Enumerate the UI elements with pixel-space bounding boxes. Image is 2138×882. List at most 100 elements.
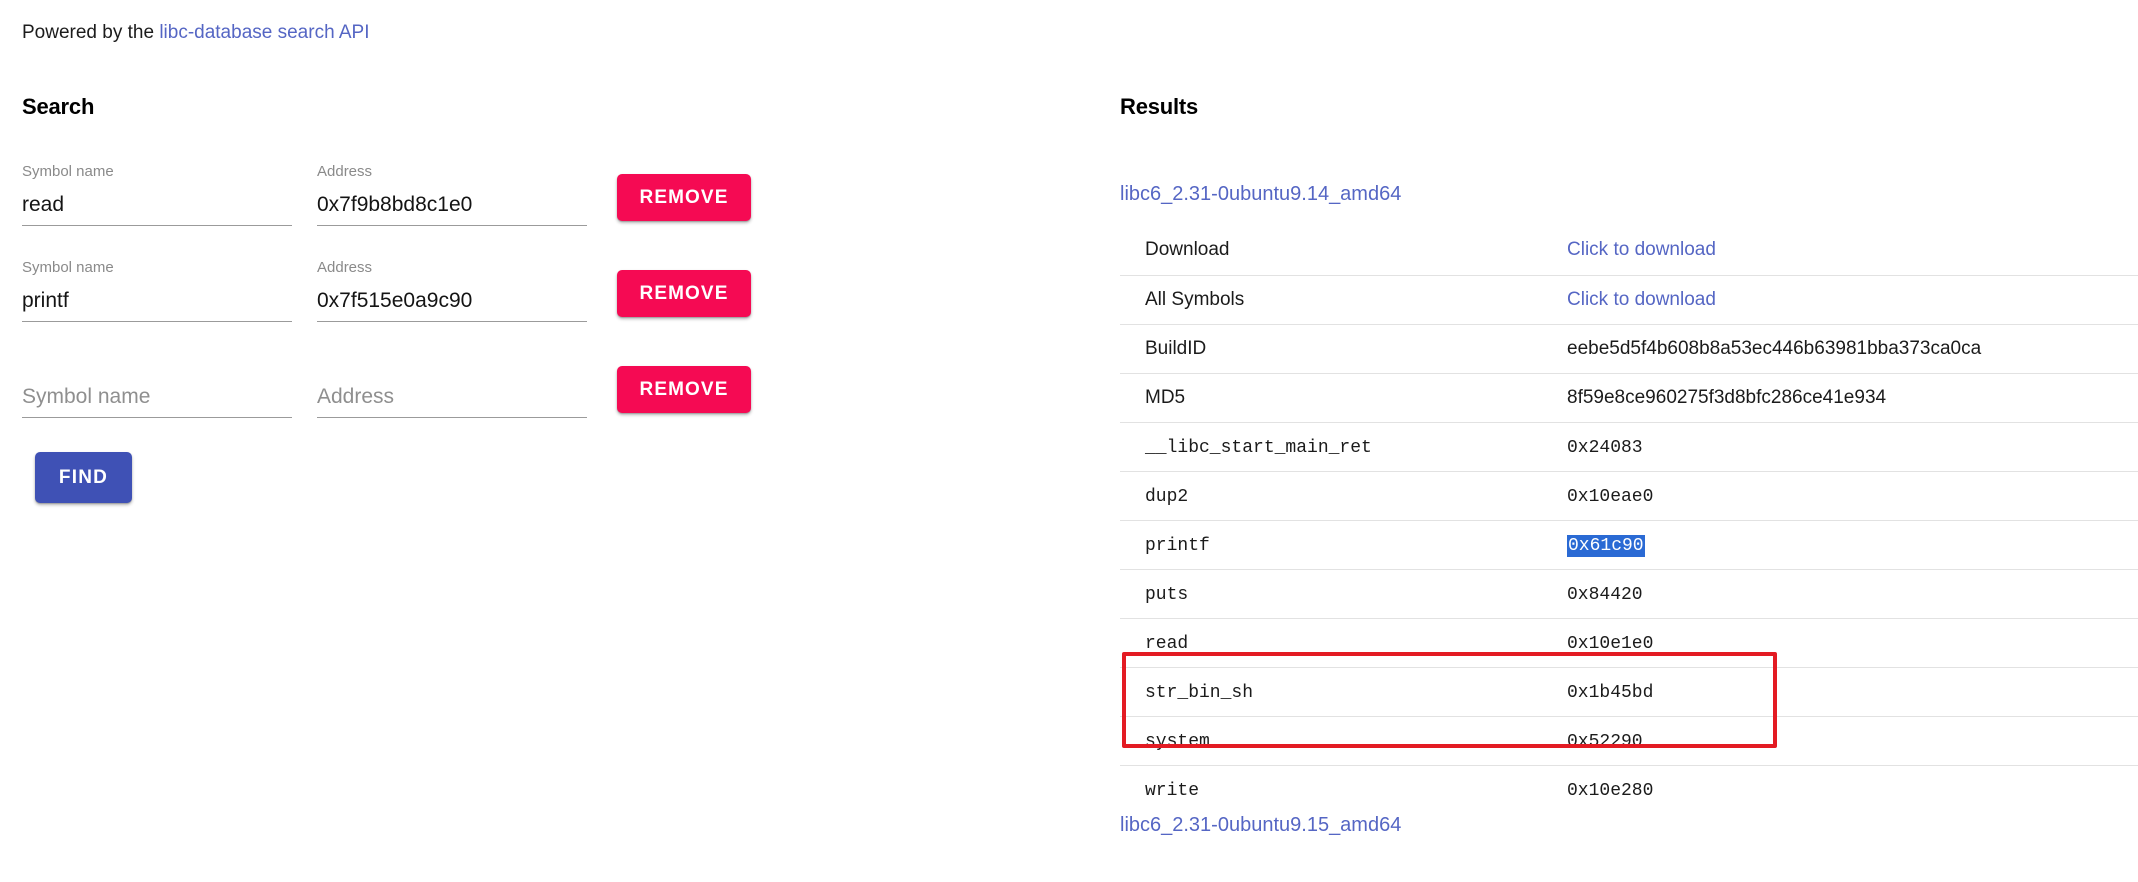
symbol-input-3[interactable]: Symbol name: [22, 384, 292, 410]
result-value-cell: 0x24083: [1567, 421, 2138, 471]
table-row: puts 0x84420: [1120, 568, 2138, 618]
result-key-cell: write: [1120, 764, 1567, 814]
result-key-cell: printf: [1120, 519, 1567, 569]
result-value-cell: 0x10e1e0: [1567, 617, 2138, 667]
result-key-label: dup2: [1145, 486, 1189, 507]
symbol-underline-1: [22, 225, 292, 226]
result-key-label: __libc_start_main_ret: [1145, 437, 1372, 458]
table-row: Download Click to download: [1120, 226, 2138, 275]
libc-version-link-top[interactable]: libc6_2.31-0ubuntu9.14_amd64: [1120, 183, 1401, 206]
address-input-1[interactable]: 0x7f9b8bd8c1e0: [317, 192, 587, 218]
find-button[interactable]: FIND: [35, 452, 132, 503]
result-value-cell: eebe5d5f4b608b8a53ec446b63981bba373ca0ca: [1567, 323, 2138, 373]
search-row-1: Symbol name read Address 0x7f9b8bd8c1e0 …: [22, 152, 782, 248]
result-key-label: write: [1145, 780, 1200, 801]
table-row: read 0x10e1e0: [1120, 617, 2138, 667]
symbol-underline-3: [22, 417, 292, 418]
download-link[interactable]: Click to download: [1567, 289, 1716, 310]
address-label-1: Address: [317, 163, 373, 180]
search-row-2: Symbol name printf Address 0x7f515e0a9c9…: [22, 248, 782, 344]
result-value-cell: 0x84420: [1567, 568, 2138, 618]
result-value-text: 0x10eae0: [1567, 486, 1654, 507]
libc-database-api-link[interactable]: libc-database search API: [159, 22, 369, 43]
result-value-text: 0x24083: [1567, 437, 1643, 458]
result-value-text: 0x10e280: [1567, 780, 1654, 801]
symbol-input-1[interactable]: read: [22, 192, 292, 218]
remove-button-2[interactable]: REMOVE: [617, 270, 751, 317]
result-key-cell: MD5: [1120, 372, 1567, 422]
result-value-cell: Click to download: [1567, 226, 2138, 275]
result-value-cell: 0x1b45bd: [1567, 666, 2138, 716]
address-underline-1: [317, 225, 587, 226]
powered-by-line: Powered by the libc-database search API: [22, 22, 370, 44]
symbol-label-1: Symbol name: [22, 163, 114, 180]
result-value-text: 0x84420: [1567, 584, 1643, 605]
results-table-body: Download Click to download All Symbols Clic…: [1120, 226, 2138, 814]
symbol-label-2: Symbol name: [22, 259, 114, 276]
table-row: str_bin_sh 0x1b45bd: [1120, 666, 2138, 716]
result-value-cell: Click to download: [1567, 274, 2138, 324]
address-input-3[interactable]: Address: [317, 384, 587, 410]
result-key-cell: dup2: [1120, 470, 1567, 520]
results-heading: Results: [1120, 94, 1199, 119]
remove-button-3[interactable]: REMOVE: [617, 366, 751, 413]
libc-version-link-bottom[interactable]: libc6_2.31-0ubuntu9.15_amd64: [1120, 814, 1401, 837]
result-value-text: 0x10e1e0: [1567, 633, 1654, 654]
remove-button-1[interactable]: REMOVE: [617, 174, 751, 221]
result-key-label: system: [1145, 731, 1210, 752]
result-key-cell: __libc_start_main_ret: [1120, 421, 1567, 471]
result-key-label: printf: [1145, 535, 1210, 556]
symbol-input-2[interactable]: printf: [22, 288, 292, 314]
selected-value-text: 0x61c90: [1567, 534, 1645, 557]
table-row: system 0x52290: [1120, 715, 2138, 765]
address-field-2[interactable]: Address 0x7f515e0a9c90: [317, 248, 587, 322]
result-key-label: Download: [1145, 239, 1230, 261]
symbol-field-2[interactable]: Symbol name printf: [22, 248, 292, 322]
result-key-cell: BuildID: [1120, 323, 1567, 373]
table-row: dup2 0x10eae0: [1120, 470, 2138, 520]
table-row: write 0x10e280: [1120, 764, 2138, 814]
result-value-cell: 0x61c90: [1567, 519, 2138, 569]
result-value-cell: 0x10e280: [1567, 764, 2138, 814]
table-row: printf 0x61c90: [1120, 519, 2138, 569]
search-row-3: Symbol name Symbol name Address Address …: [22, 344, 782, 440]
result-key-cell: Download: [1120, 226, 1567, 275]
address-label-2: Address: [317, 259, 373, 276]
result-key-label: str_bin_sh: [1145, 682, 1254, 703]
symbol-field-1[interactable]: Symbol name read: [22, 152, 292, 226]
result-value-text: 0x52290: [1567, 731, 1643, 752]
address-underline-2: [317, 321, 587, 322]
result-key-cell: system: [1120, 715, 1567, 765]
results-panel: Results libc6_2.31-0ubuntu9.14_amd64 Dow…: [1120, 94, 2138, 814]
symbol-underline-2: [22, 321, 292, 322]
table-row: MD5 8f59e8ce960275f3d8bfc286ce41e934: [1120, 372, 2138, 422]
result-value-cell: 8f59e8ce960275f3d8bfc286ce41e934: [1567, 372, 2138, 422]
result-key-label: BuildID: [1145, 337, 1207, 359]
powered-by-prefix: Powered by the: [22, 22, 160, 43]
result-value-text: 8f59e8ce960275f3d8bfc286ce41e934: [1567, 386, 1887, 408]
result-key-label: puts: [1145, 584, 1189, 605]
table-row: All Symbols Click to download: [1120, 274, 2138, 324]
address-underline-3: [317, 417, 587, 418]
result-key-cell: All Symbols: [1120, 274, 1567, 324]
result-key-label: All Symbols: [1145, 288, 1245, 310]
result-key-label: MD5: [1145, 386, 1186, 408]
result-key-cell: puts: [1120, 568, 1567, 618]
result-key-cell: str_bin_sh: [1120, 666, 1567, 716]
results-table: Download Click to download All Symbols Clic…: [1120, 226, 2138, 814]
result-value-cell: 0x10eae0: [1567, 470, 2138, 520]
download-link[interactable]: Click to download: [1567, 239, 1716, 260]
result-key-cell: read: [1120, 617, 1567, 667]
result-value-text: eebe5d5f4b608b8a53ec446b63981bba373ca0ca: [1567, 337, 1982, 359]
result-value-cell: 0x52290: [1567, 715, 2138, 765]
result-value-text: 0x1b45bd: [1567, 682, 1654, 703]
symbol-field-3[interactable]: Symbol name Symbol name: [22, 344, 292, 418]
table-row: BuildID eebe5d5f4b608b8a53ec446b63981bba3…: [1120, 323, 2138, 373]
address-field-1[interactable]: Address 0x7f9b8bd8c1e0: [317, 152, 587, 226]
address-field-3[interactable]: Address Address: [317, 344, 587, 418]
search-panel: Search Symbol name read Address 0x7f9b8b…: [22, 94, 782, 503]
search-heading: Search: [22, 94, 95, 119]
result-key-label: read: [1145, 633, 1189, 654]
address-input-2[interactable]: 0x7f515e0a9c90: [317, 288, 587, 314]
table-row: __libc_start_main_ret 0x24083: [1120, 421, 2138, 471]
